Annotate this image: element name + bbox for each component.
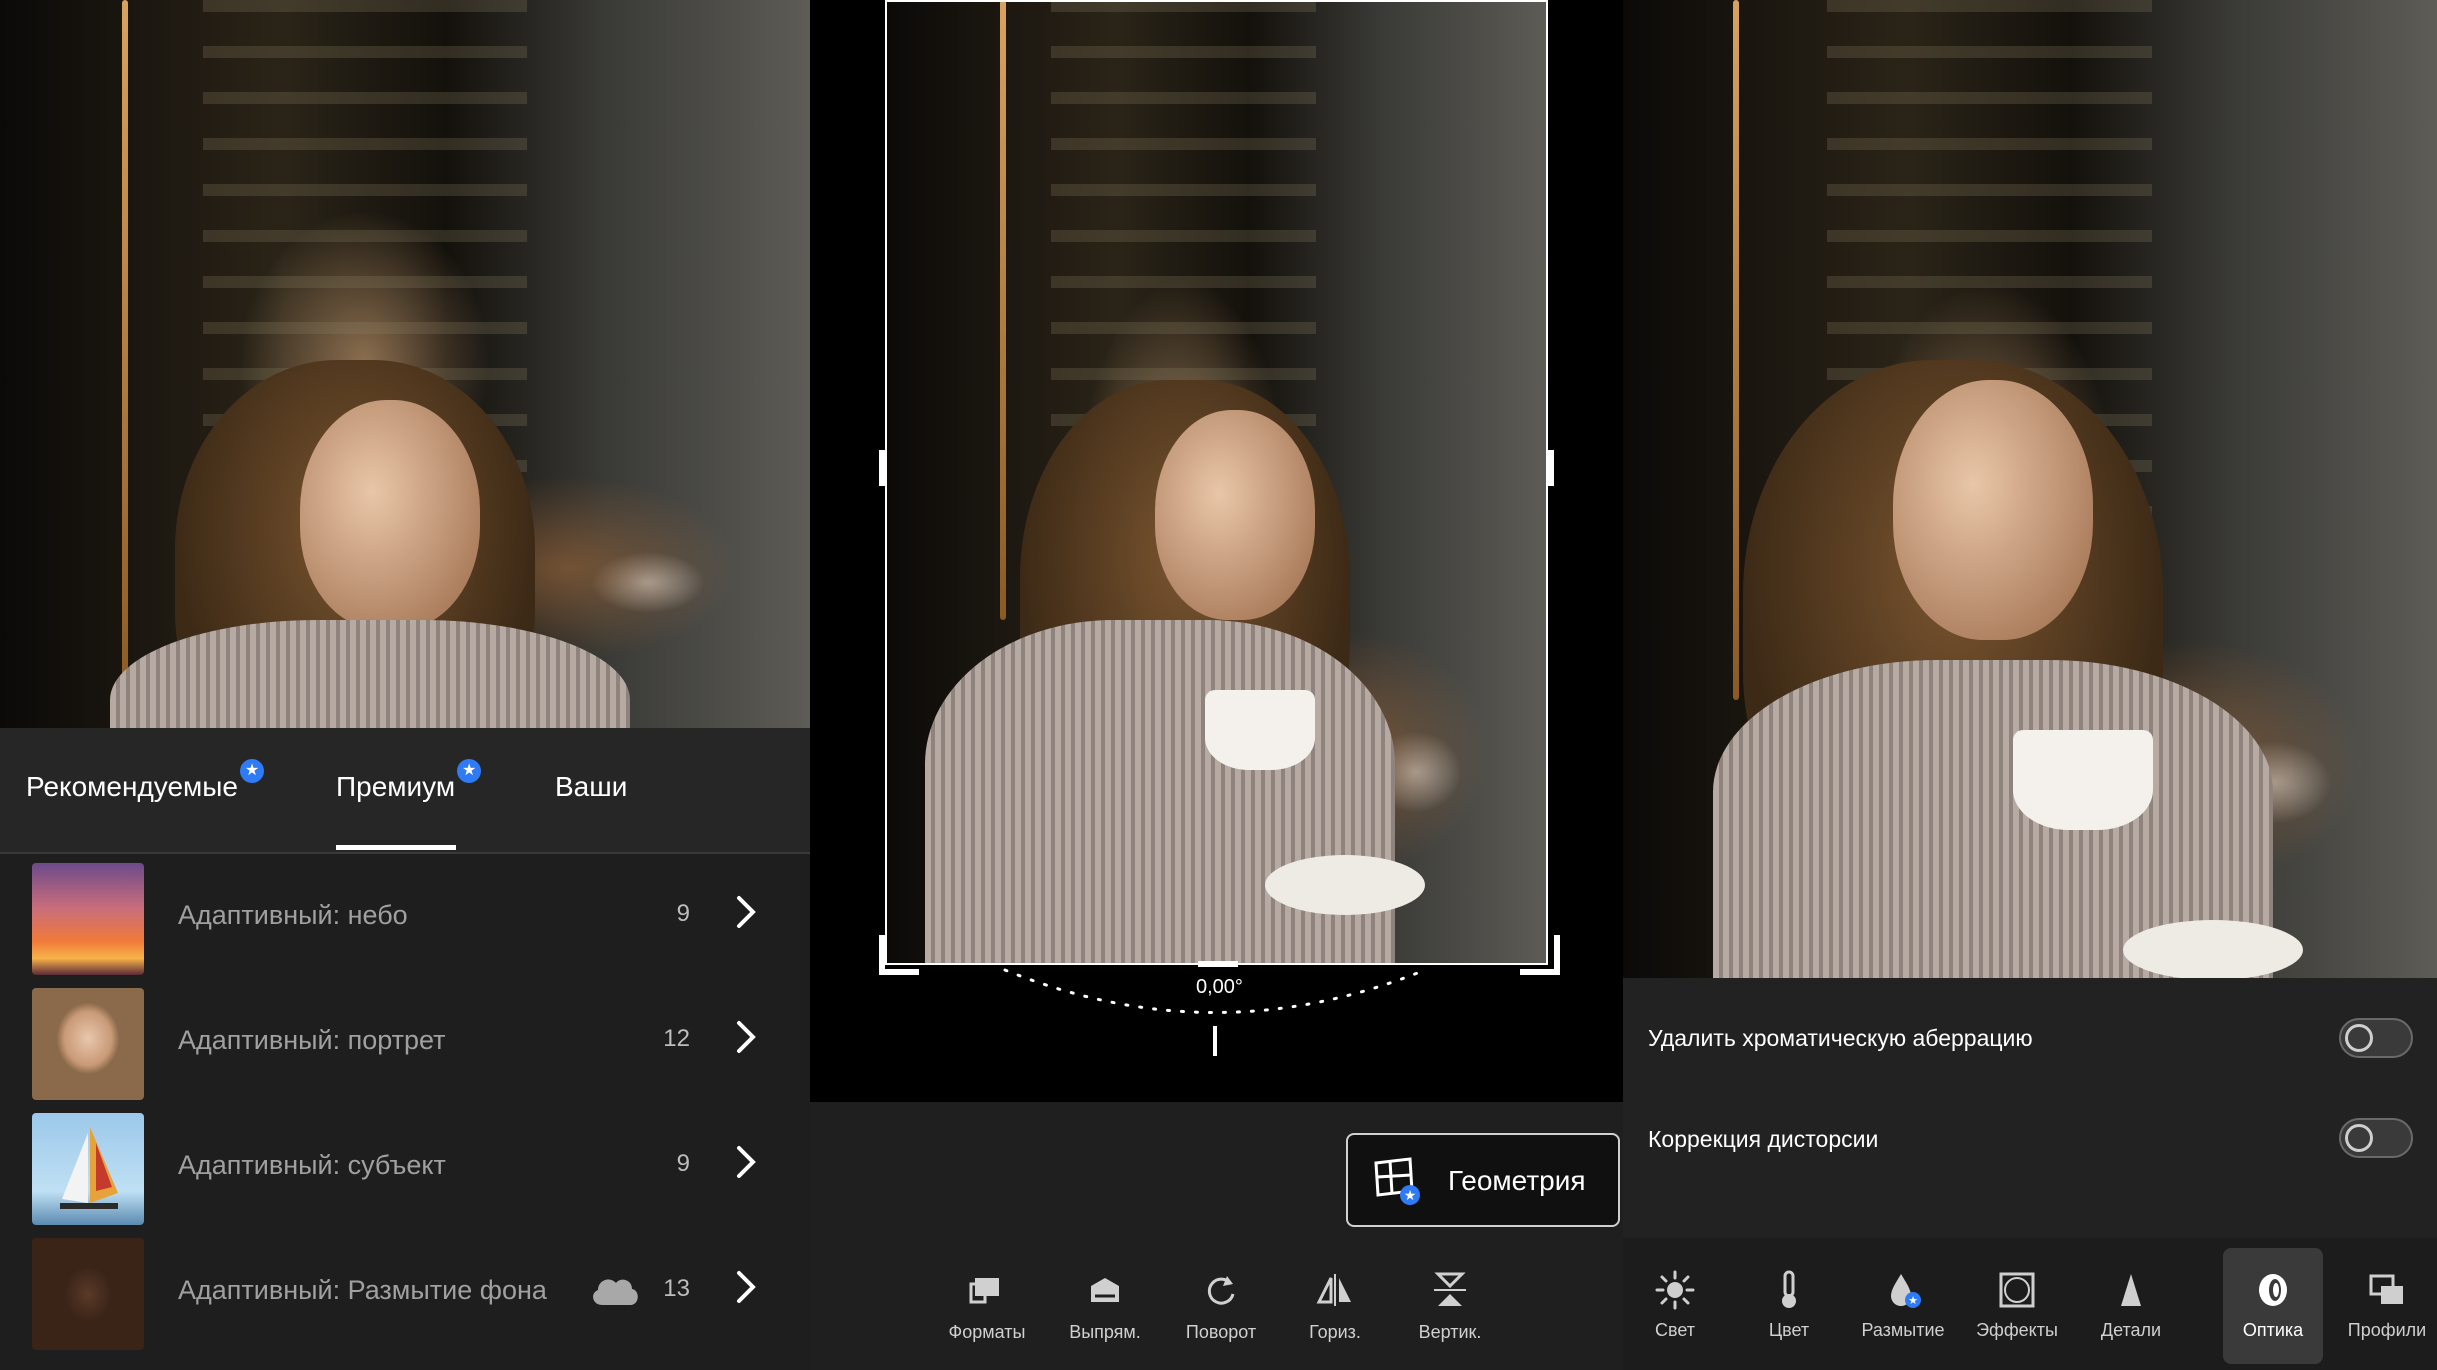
flip-horizontal-icon [1316, 1274, 1351, 1306]
tab-label: Рекомендуемые [26, 771, 238, 802]
tool-label: Профили [2347, 1320, 2427, 1340]
crop-handle-left[interactable] [879, 450, 885, 486]
rotate-tool[interactable]: Поворот [1166, 1270, 1276, 1343]
chevron-right-icon [737, 1021, 756, 1053]
flip-horizontal-tool[interactable]: Гориз. [1280, 1270, 1390, 1343]
option-label: Коррекция дисторсии [1648, 1126, 1879, 1152]
svg-text:★: ★ [1908, 1294, 1918, 1307]
crop-handle-right[interactable] [1548, 450, 1554, 486]
optics-options: Удалить хроматическую аберрацию Коррекци… [1623, 978, 2437, 1238]
premium-star-icon: ★ [457, 759, 482, 783]
vignette-icon [1999, 1272, 2035, 1308]
preset-count: 9 [676, 900, 690, 927]
tool-label: Цвет [1768, 1320, 1810, 1340]
sailboat-icon [60, 1127, 118, 1209]
tool-label: Вертик. [1418, 1322, 1482, 1342]
crop-handle-bottom-left[interactable] [879, 935, 919, 975]
flip-vertical-tool[interactable]: Вертик. [1395, 1270, 1505, 1343]
geometry-button[interactable]: ★ Геометрия [1346, 1133, 1620, 1227]
tool-label: Свет [1654, 1320, 1696, 1340]
chevron-right-icon [737, 896, 756, 928]
profiles-icon [2369, 1274, 2403, 1304]
tool-label: Оптика [2242, 1320, 2304, 1340]
premium-star-icon: ★ [239, 759, 264, 783]
presets-panel: Рекомендуемые ★ Премиум ★ Ваши Адаптивны… [0, 0, 810, 1370]
aspect-ratio-tool[interactable]: Форматы [932, 1270, 1042, 1343]
tool-label: Детали [2100, 1320, 2162, 1340]
preset-tabs: Рекомендуемые ★ Премиум ★ Ваши [0, 728, 810, 854]
tool-light[interactable]: Свет [1625, 1248, 1725, 1364]
tool-label: Поворот [1185, 1322, 1257, 1342]
rotation-dial[interactable] [995, 960, 1435, 1060]
distortion-correction-toggle[interactable] [2339, 1118, 2413, 1158]
thermometer-icon [1782, 1270, 1796, 1308]
toggle-knob [2345, 1024, 2373, 1052]
preset-row-portrait[interactable]: Адаптивный: портрет 12 [0, 977, 810, 1102]
tool-blur[interactable]: ★ Размытие [1853, 1248, 1953, 1364]
preset-row-sky[interactable]: Адаптивный: небо 9 [0, 852, 810, 977]
aspect-ratio-icon [969, 1278, 999, 1304]
preset-label: Адаптивный: портрет [178, 1025, 446, 1055]
tab-premium[interactable]: Премиум ★ [336, 759, 482, 803]
man-thumbnail [32, 1238, 144, 1350]
preset-label: Адаптивный: Размытие фона [178, 1275, 547, 1305]
preset-row-subject[interactable]: Адаптивный: субъект 9 [0, 1102, 810, 1227]
tool-label: Форматы [948, 1322, 1026, 1342]
geometry-icon: ★ [1374, 1157, 1420, 1205]
option-label: Удалить хроматическую аберрацию [1648, 1025, 2033, 1051]
tab-label: Премиум [336, 771, 456, 802]
tab-label: Ваши [555, 771, 628, 802]
preset-count: 12 [663, 1025, 690, 1052]
tool-label: Выпрям. [1069, 1322, 1141, 1342]
svg-text:★: ★ [1404, 1188, 1417, 1204]
preset-label: Адаптивный: субъект [178, 1150, 446, 1180]
tab-yours[interactable]: Ваши [555, 771, 627, 803]
edit-toolbar: Свет Цвет ★ Размытие Эффекты Детали Опти… [1623, 1238, 2437, 1370]
preset-count: 13 [663, 1275, 690, 1302]
photo-preview [0, 0, 810, 728]
tool-label: Эффекты [1976, 1320, 2058, 1340]
straighten-tool[interactable]: Выпрям. [1050, 1270, 1160, 1343]
tool-optics[interactable]: Оптика [2223, 1248, 2323, 1364]
triangle-icon [2121, 1274, 2141, 1306]
sailboat-thumbnail [32, 1113, 144, 1225]
optics-panel: Удалить хроматическую аберрацию Коррекци… [1623, 0, 2437, 1370]
sky-thumbnail [32, 863, 144, 975]
geometry-label: Геометрия [1448, 1165, 1586, 1196]
tool-label: Размытие [1861, 1320, 1945, 1340]
crop-panel: 0,00° ★ Геометрия Форматы Выпрям. Поворо… [810, 0, 1623, 1370]
preset-label: Адаптивный: небо [178, 900, 408, 930]
toggle-knob [2345, 1124, 2373, 1152]
chromatic-aberration-toggle[interactable] [2339, 1018, 2413, 1058]
photo-preview [1623, 0, 2437, 978]
tool-color[interactable]: Цвет [1739, 1248, 1839, 1364]
drop-icon: ★ [1891, 1274, 1921, 1308]
sun-icon [1655, 1270, 1695, 1310]
preset-row-background-blur[interactable]: Адаптивный: Размытие фона 13 [0, 1227, 810, 1352]
tab-recommended[interactable]: Рекомендуемые ★ [26, 759, 264, 803]
tool-label: Гориз. [1309, 1322, 1361, 1342]
photo-crop-preview [885, 0, 1548, 965]
lens-icon [2259, 1274, 2287, 1306]
tool-effects[interactable]: Эффекты [1967, 1248, 2067, 1364]
portrait-thumbnail [32, 988, 144, 1100]
crop-handle-bottom-right[interactable] [1520, 935, 1560, 975]
preset-count: 9 [676, 1150, 690, 1177]
chevron-right-icon [737, 1146, 756, 1178]
active-tab-indicator [336, 845, 456, 850]
crop-toolbar: ★ Геометрия Форматы Выпрям. Поворот Гори… [810, 1102, 1623, 1370]
flip-vertical-icon [1434, 1272, 1466, 1306]
rotate-icon [1207, 1276, 1235, 1305]
tool-profiles[interactable]: Профили [2337, 1248, 2437, 1364]
tool-detail[interactable]: Детали [2081, 1248, 2181, 1364]
straighten-icon [1091, 1278, 1119, 1302]
preset-list: Адаптивный: небо 9 Адаптивный: портрет 1… [0, 852, 810, 1352]
chevron-right-icon [737, 1271, 756, 1303]
